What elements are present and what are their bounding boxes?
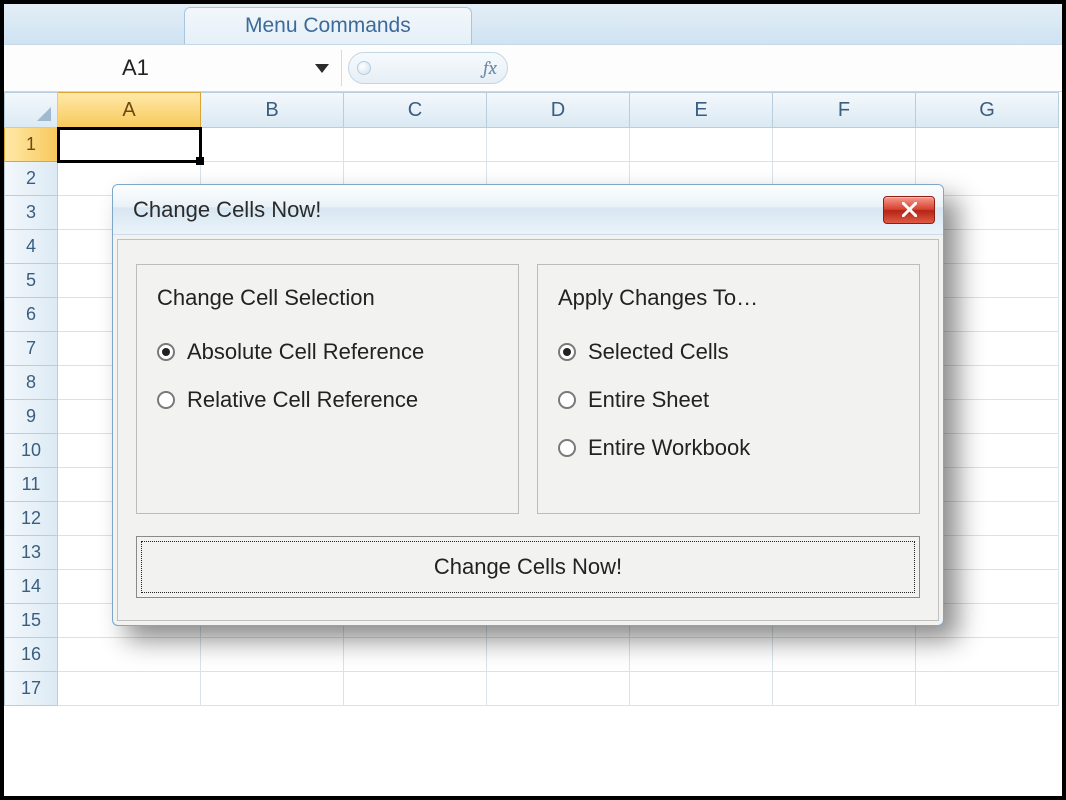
formula-bar[interactable]: fx [348, 50, 508, 86]
cell[interactable] [58, 638, 201, 672]
radio-icon [558, 391, 576, 409]
apply-changes-legend: Apply Changes To… [558, 285, 899, 311]
option-label: Selected Cells [588, 339, 729, 365]
row-header[interactable]: 3 [4, 196, 58, 230]
column-header[interactable]: E [630, 92, 773, 128]
row-header[interactable]: 4 [4, 230, 58, 264]
radio-icon [558, 343, 576, 361]
row-header[interactable]: 13 [4, 536, 58, 570]
row-header[interactable]: 11 [4, 468, 58, 502]
row-header[interactable]: 9 [4, 400, 58, 434]
row-header[interactable]: 15 [4, 604, 58, 638]
cancel-dot-icon [357, 61, 371, 75]
cell[interactable] [630, 638, 773, 672]
cell[interactable] [916, 672, 1059, 706]
cell[interactable] [344, 672, 487, 706]
ribbon-tab-menu-commands[interactable]: Menu Commands [184, 7, 472, 44]
cell[interactable] [201, 128, 344, 162]
grid-row: 1 [4, 128, 1062, 162]
option-label: Entire Sheet [588, 387, 709, 413]
apply-scope-option[interactable]: Entire Sheet [558, 387, 899, 413]
cell[interactable] [58, 672, 201, 706]
row-header[interactable]: 10 [4, 434, 58, 468]
apply-scope-option[interactable]: Entire Workbook [558, 435, 899, 461]
name-box[interactable]: A1 [12, 50, 342, 86]
row-header[interactable]: 7 [4, 332, 58, 366]
name-box-value: A1 [122, 55, 149, 81]
select-all-corner[interactable] [4, 92, 58, 128]
column-header[interactable]: D [487, 92, 630, 128]
cell[interactable] [630, 672, 773, 706]
cell[interactable] [487, 638, 630, 672]
column-header[interactable]: G [916, 92, 1059, 128]
row-header[interactable]: 8 [4, 366, 58, 400]
cell[interactable] [201, 638, 344, 672]
row-header[interactable]: 12 [4, 502, 58, 536]
grid-row: 16 [4, 638, 1062, 672]
cell[interactable] [916, 128, 1059, 162]
formula-bar-pill: fx [348, 52, 508, 84]
row-header[interactable]: 5 [4, 264, 58, 298]
formula-bar-row: A1 fx [4, 44, 1062, 92]
cell[interactable] [916, 638, 1059, 672]
column-header[interactable]: F [773, 92, 916, 128]
row-header[interactable]: 6 [4, 298, 58, 332]
option-label: Relative Cell Reference [187, 387, 418, 413]
column-header[interactable]: A [58, 92, 201, 128]
close-icon [902, 202, 917, 217]
apply-changes-group: Apply Changes To… Selected Cells Entire S… [537, 264, 920, 514]
cell[interactable] [344, 638, 487, 672]
row-header[interactable]: 1 [4, 128, 58, 162]
grid-row: 17 [4, 672, 1062, 706]
column-header[interactable]: B [201, 92, 344, 128]
change-cells-now-button[interactable]: Change Cells Now! [136, 536, 920, 598]
name-box-caret-icon [315, 64, 329, 73]
dialog-body: Change Cell Selection Absolute Cell Refe… [117, 239, 939, 621]
cell[interactable] [487, 128, 630, 162]
dialog-titlebar[interactable]: Change Cells Now! [113, 185, 943, 235]
cell[interactable] [630, 128, 773, 162]
radio-icon [157, 391, 175, 409]
cell[interactable] [201, 672, 344, 706]
change-cell-selection-group: Change Cell Selection Absolute Cell Refe… [136, 264, 519, 514]
row-header[interactable]: 2 [4, 162, 58, 196]
cell[interactable] [773, 638, 916, 672]
cell[interactable] [344, 128, 487, 162]
row-header[interactable]: 14 [4, 570, 58, 604]
change-cell-selection-legend: Change Cell Selection [157, 285, 498, 311]
cell[interactable] [773, 128, 916, 162]
row-header[interactable]: 17 [4, 672, 58, 706]
change-cells-dialog: Change Cells Now! Change Cell Selection … [112, 184, 944, 626]
cell-selection-option[interactable]: Absolute Cell Reference [157, 339, 498, 365]
cell-selection-option[interactable]: Relative Cell Reference [157, 387, 498, 413]
dialog-title: Change Cells Now! [133, 197, 321, 223]
cell[interactable] [58, 128, 201, 162]
fx-icon[interactable]: fx [483, 57, 497, 79]
dialog-close-button[interactable] [883, 196, 935, 224]
row-header[interactable]: 16 [4, 638, 58, 672]
column-header[interactable]: C [344, 92, 487, 128]
apply-scope-option[interactable]: Selected Cells [558, 339, 899, 365]
cell[interactable] [773, 672, 916, 706]
option-label: Absolute Cell Reference [187, 339, 424, 365]
radio-icon [157, 343, 175, 361]
ribbon-tab-strip: Menu Commands [4, 4, 1062, 44]
option-label: Entire Workbook [588, 435, 750, 461]
column-header-row: ABCDEFG [4, 92, 1062, 128]
radio-icon [558, 439, 576, 457]
cell[interactable] [487, 672, 630, 706]
